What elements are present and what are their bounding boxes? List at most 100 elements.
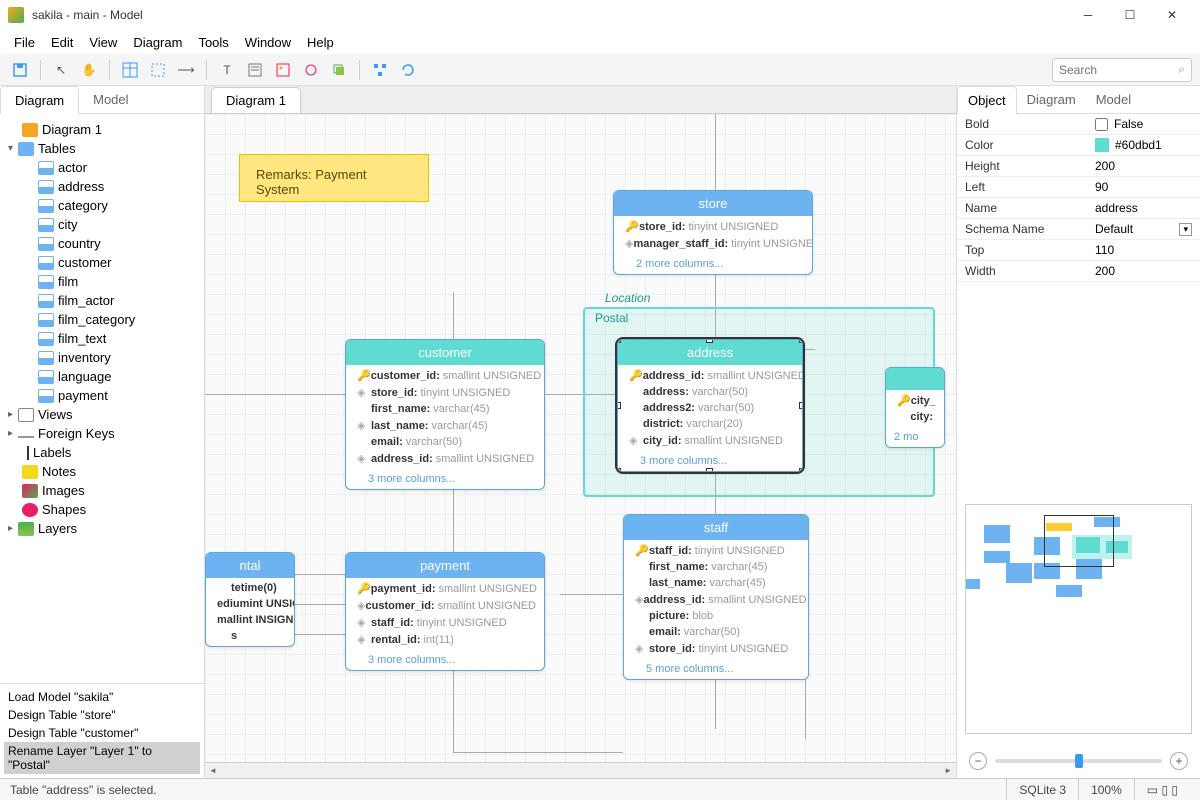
entity-column[interactable]: ◈store_id:tinyint UNSIGNED bbox=[624, 640, 808, 657]
entity-column[interactable]: ◈rental_id:int(11) bbox=[346, 631, 544, 648]
tree-table-item[interactable]: film_text bbox=[4, 329, 200, 348]
entity-more[interactable]: 3 more columns... bbox=[346, 469, 544, 489]
entity-column[interactable]: ◈city_id:smallint UNSIGNED bbox=[618, 432, 802, 449]
tree-table-item[interactable]: country bbox=[4, 234, 200, 253]
property-row[interactable]: Width200 bbox=[957, 261, 1200, 282]
entity-column[interactable]: mallint INSIGNED bbox=[206, 612, 294, 628]
tree-table-item[interactable]: customer bbox=[4, 253, 200, 272]
property-row[interactable]: Top110 bbox=[957, 240, 1200, 261]
entity-more[interactable]: 5 more columns... bbox=[624, 659, 808, 679]
object-tree[interactable]: Diagram 1 ▾Tables actoraddresscategoryci… bbox=[0, 114, 204, 683]
relation-icon[interactable]: ⟶ bbox=[174, 58, 198, 82]
property-row[interactable]: Height200 bbox=[957, 156, 1200, 177]
canvas-tab[interactable]: Diagram 1 bbox=[211, 87, 301, 113]
entity-rental[interactable]: ntal tetime(0)ediumint UNSIGN...mallint … bbox=[205, 552, 295, 647]
entity-column[interactable]: first_name:varchar(45) bbox=[624, 559, 808, 575]
label-icon[interactable]: T bbox=[215, 58, 239, 82]
entity-column[interactable]: ◈customer_id:smallint UNSIGNED bbox=[346, 597, 544, 614]
entity-column[interactable]: last_name:varchar(45) bbox=[624, 575, 808, 591]
entity-column[interactable]: picture:blob bbox=[624, 608, 808, 624]
tree-tables[interactable]: ▾Tables bbox=[4, 139, 200, 158]
tab-model-props[interactable]: Model bbox=[1086, 86, 1141, 113]
tab-diagram[interactable]: Diagram bbox=[0, 86, 79, 114]
entity-city[interactable]: 🔑city_city: 2 mo bbox=[885, 367, 945, 448]
maximize-button[interactable]: ☐ bbox=[1110, 3, 1150, 27]
refresh-icon[interactable] bbox=[396, 58, 420, 82]
menu-tools[interactable]: Tools bbox=[190, 33, 236, 52]
property-row[interactable]: Nameaddress bbox=[957, 198, 1200, 219]
history-item[interactable]: Design Table "customer" bbox=[4, 724, 200, 742]
minimap[interactable] bbox=[965, 504, 1192, 734]
tree-table-item[interactable]: city bbox=[4, 215, 200, 234]
tree-shapes[interactable]: Shapes bbox=[4, 500, 200, 519]
property-row[interactable]: Left90 bbox=[957, 177, 1200, 198]
menu-view[interactable]: View bbox=[81, 33, 125, 52]
entity-column[interactable]: address:varchar(50) bbox=[618, 384, 802, 400]
close-button[interactable]: ✕ bbox=[1152, 3, 1192, 27]
entity-column[interactable]: first_name:varchar(45) bbox=[346, 401, 544, 417]
entity-more[interactable]: 3 more columns... bbox=[346, 650, 544, 670]
entity-column[interactable]: 🔑store_id:tinyint UNSIGNED bbox=[614, 218, 812, 235]
entity-address[interactable]: address 🔑address_id:smallint UNSIGNEDadd… bbox=[617, 339, 803, 472]
property-row[interactable]: Schema NameDefault ▾ bbox=[957, 219, 1200, 240]
table-icon[interactable] bbox=[118, 58, 142, 82]
zoom-in-button[interactable]: + bbox=[1170, 752, 1188, 770]
menu-window[interactable]: Window bbox=[237, 33, 299, 52]
horizontal-scrollbar[interactable] bbox=[205, 762, 956, 778]
entity-column[interactable]: email:varchar(50) bbox=[624, 624, 808, 640]
note-icon[interactable] bbox=[243, 58, 267, 82]
history-item[interactable]: Rename Layer "Layer 1" to "Postal" bbox=[4, 742, 200, 774]
autolayout-icon[interactable] bbox=[368, 58, 392, 82]
zoom-slider[interactable] bbox=[995, 759, 1162, 763]
history-item[interactable]: Design Table "store" bbox=[4, 706, 200, 724]
zoom-out-button[interactable]: − bbox=[969, 752, 987, 770]
tree-table-item[interactable]: inventory bbox=[4, 348, 200, 367]
tree-table-item[interactable]: film bbox=[4, 272, 200, 291]
entity-column[interactable]: ◈address_id:smallint UNSIGNED bbox=[624, 591, 808, 608]
entity-column[interactable]: ◈manager_staff_id:tinyint UNSIGNED bbox=[614, 235, 812, 252]
entity-column[interactable]: s bbox=[206, 628, 294, 644]
entity-column[interactable]: address2:varchar(50) bbox=[618, 400, 802, 416]
layer-icon[interactable] bbox=[327, 58, 351, 82]
entity-column[interactable]: ◈address_id:smallint UNSIGNED bbox=[346, 450, 544, 467]
entity-column[interactable]: 🔑city_ bbox=[886, 392, 944, 409]
tree-table-item[interactable]: actor bbox=[4, 158, 200, 177]
tree-fkeys[interactable]: ▸Foreign Keys bbox=[4, 424, 200, 443]
status-layout-icons[interactable]: ▭ ▯ ▯ bbox=[1134, 779, 1190, 800]
save-icon[interactable] bbox=[8, 58, 32, 82]
tree-diagram[interactable]: Diagram 1 bbox=[4, 120, 200, 139]
minimize-button[interactable]: ─ bbox=[1068, 3, 1108, 27]
entity-customer[interactable]: customer 🔑customer_id:smallint UNSIGNED◈… bbox=[345, 339, 545, 490]
entity-column[interactable]: email:varchar(50) bbox=[346, 434, 544, 450]
entity-staff[interactable]: staff 🔑staff_id:tinyint UNSIGNEDfirst_na… bbox=[623, 514, 809, 680]
entity-column[interactable]: ◈staff_id:tinyint UNSIGNED bbox=[346, 614, 544, 631]
shape-icon[interactable] bbox=[299, 58, 323, 82]
menu-diagram[interactable]: Diagram bbox=[125, 33, 190, 52]
property-row[interactable]: Color#60dbd1 bbox=[957, 135, 1200, 156]
tab-object[interactable]: Object bbox=[957, 86, 1017, 114]
hand-icon[interactable]: ✋ bbox=[77, 58, 101, 82]
tab-diagram-props[interactable]: Diagram bbox=[1017, 86, 1086, 113]
entity-column[interactable]: 🔑customer_id:smallint UNSIGNED bbox=[346, 367, 544, 384]
entity-column[interactable]: ◈last_name:varchar(45) bbox=[346, 417, 544, 434]
entity-column[interactable]: tetime(0) bbox=[206, 580, 294, 596]
menu-edit[interactable]: Edit bbox=[43, 33, 81, 52]
search-box[interactable]: ⌕ bbox=[1052, 58, 1192, 82]
tree-notes[interactable]: Notes bbox=[4, 462, 200, 481]
view-icon[interactable] bbox=[146, 58, 170, 82]
entity-column[interactable]: 🔑payment_id:smallint UNSIGNED bbox=[346, 580, 544, 597]
tree-table-item[interactable]: film_category bbox=[4, 310, 200, 329]
entity-more[interactable]: 2 more columns... bbox=[614, 254, 812, 274]
tree-layers[interactable]: ▸Layers bbox=[4, 519, 200, 538]
tree-table-item[interactable]: address bbox=[4, 177, 200, 196]
image-icon[interactable] bbox=[271, 58, 295, 82]
entity-column[interactable]: 🔑staff_id:tinyint UNSIGNED bbox=[624, 542, 808, 559]
tree-views[interactable]: ▸Views bbox=[4, 405, 200, 424]
entity-column[interactable]: ◈store_id:tinyint UNSIGNED bbox=[346, 384, 544, 401]
history-item[interactable]: Load Model "sakila" bbox=[4, 688, 200, 706]
entity-store[interactable]: store 🔑store_id:tinyint UNSIGNED◈manager… bbox=[613, 190, 813, 275]
property-row[interactable]: Bold False bbox=[957, 114, 1200, 135]
entity-column[interactable]: ediumint UNSIGN... bbox=[206, 596, 294, 612]
menu-help[interactable]: Help bbox=[299, 33, 342, 52]
pointer-icon[interactable]: ↖ bbox=[49, 58, 73, 82]
